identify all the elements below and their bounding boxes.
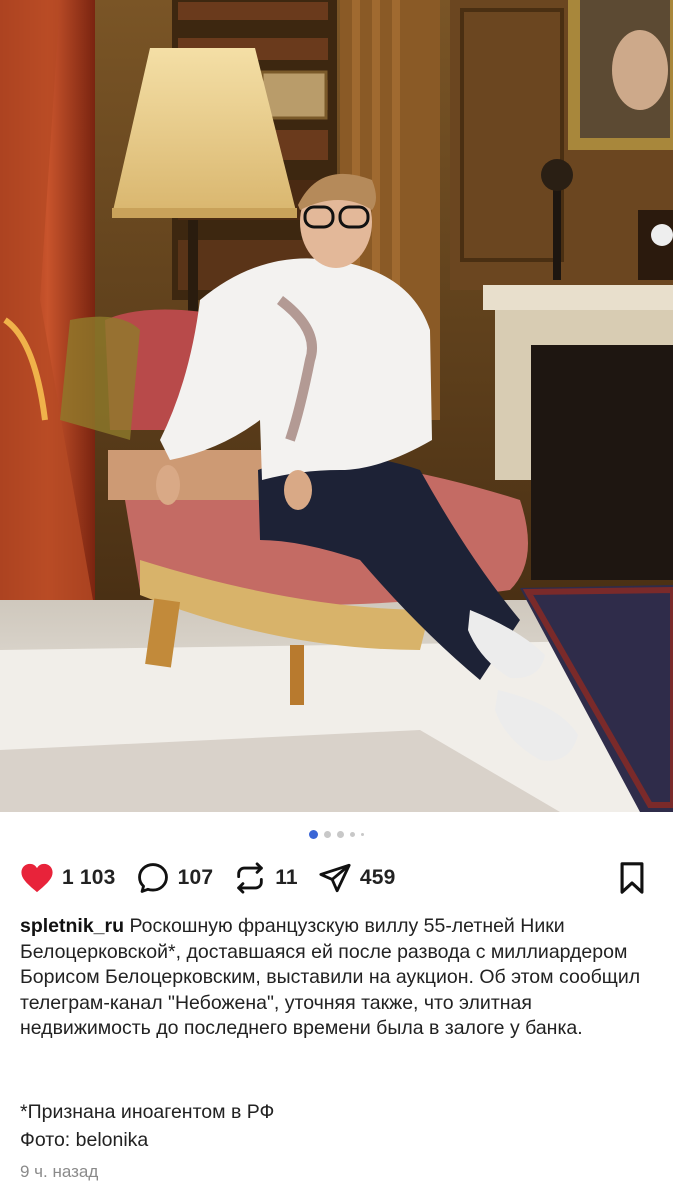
carousel-dot <box>324 831 331 838</box>
carousel-indicator <box>0 830 673 839</box>
post-photo[interactable] <box>0 0 673 812</box>
comment-icon[interactable] <box>136 861 170 895</box>
bookmark-button[interactable] <box>615 861 649 895</box>
carousel-dot <box>350 832 355 837</box>
repost-button[interactable]: 11 <box>233 861 298 895</box>
photo-illustration <box>0 0 673 812</box>
likes-count: 1 103 <box>62 866 116 889</box>
post-actions: 1 103 107 11 459 <box>20 858 649 898</box>
author-username[interactable]: spletnik_ru <box>20 915 124 937</box>
share-button[interactable]: 459 <box>318 861 396 895</box>
comment-button[interactable]: 107 <box>136 861 214 895</box>
shares-count: 459 <box>359 866 396 889</box>
post-timestamp: 9 ч. назад <box>20 1162 99 1181</box>
caption-notes: *Признана иноагентом в РФ Фото: belonika <box>20 1098 660 1154</box>
like-button[interactable]: 1 103 <box>20 861 116 895</box>
heart-icon[interactable] <box>20 861 54 895</box>
bookmark-icon[interactable] <box>617 861 647 895</box>
carousel-dot <box>361 833 364 836</box>
reposts-count: 11 <box>275 866 298 889</box>
repost-icon[interactable] <box>233 861 267 895</box>
comments-count: 107 <box>177 866 214 889</box>
foreign-agent-note: *Признана иноагентом в РФ <box>20 1101 275 1123</box>
share-icon[interactable] <box>318 861 352 895</box>
carousel-dot-active <box>309 830 318 839</box>
photo-credit: Фото: belonika <box>20 1129 149 1151</box>
post-caption: spletnik_ru Роскошную французскую виллу … <box>20 914 660 1042</box>
carousel-dot <box>337 831 344 838</box>
